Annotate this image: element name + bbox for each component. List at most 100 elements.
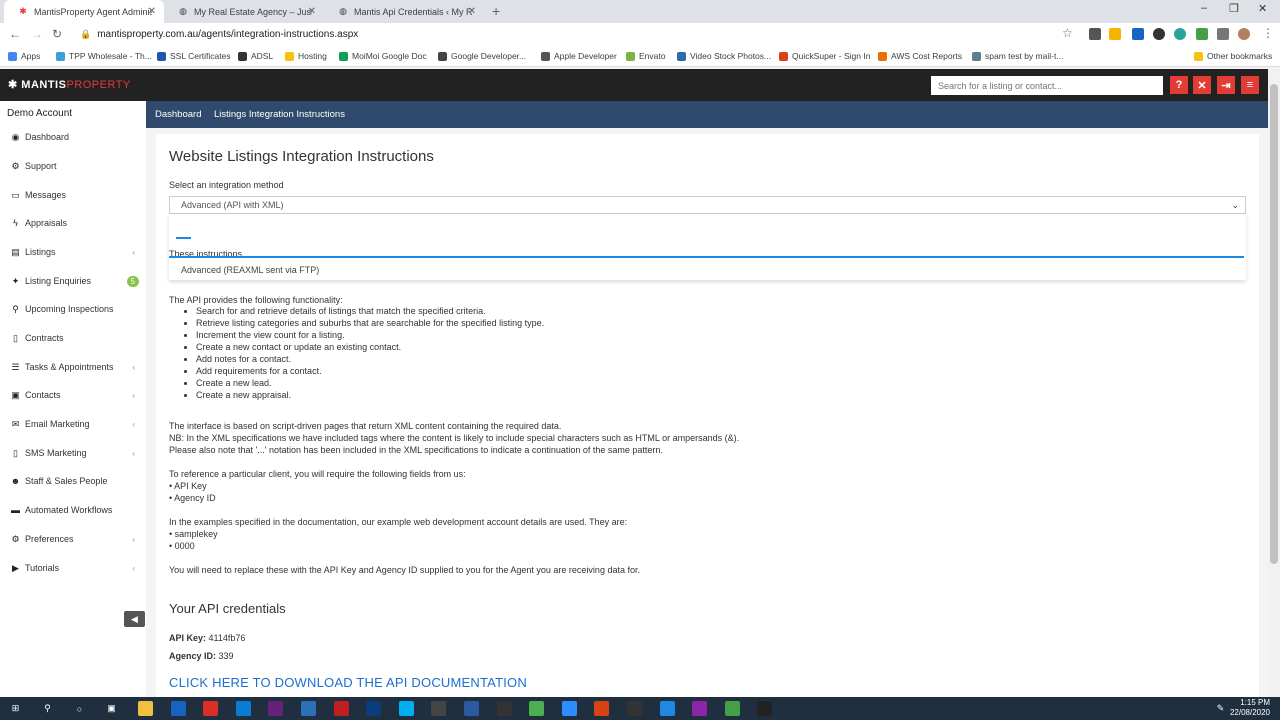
sidebar-item-contacts[interactable]: ▣ Contacts ‹ xyxy=(0,386,146,404)
sidebar-item-tutorials[interactable]: ▶ Tutorials ‹ xyxy=(0,559,146,577)
search-input[interactable] xyxy=(931,76,1163,95)
file-explorer-icon[interactable] xyxy=(138,701,153,716)
other-bookmarks[interactable]: Other bookmarks xyxy=(1194,51,1272,61)
reload-icon[interactable]: ↻ xyxy=(52,27,62,41)
bookmark-item[interactable]: AWS Cost Reports xyxy=(878,51,962,61)
logout-button[interactable]: ⇥ xyxy=(1217,76,1235,94)
browser-tab[interactable]: ◍ Mantis Api Credentials ‹ My Real ✕ xyxy=(324,0,484,23)
list-item: Create a new appraisal. xyxy=(196,389,544,401)
sidebar-item-email-marketing[interactable]: ✉ Email Marketing ‹ xyxy=(0,415,146,433)
skype-icon[interactable] xyxy=(398,701,414,716)
app4-icon[interactable] xyxy=(594,701,610,716)
bookmark-item[interactable]: ADSL xyxy=(238,51,273,61)
help-button[interactable]: ? xyxy=(1170,76,1188,94)
profile-avatar[interactable] xyxy=(1238,28,1250,40)
maximize-icon[interactable]: ❐ xyxy=(1229,2,1239,15)
app-icon[interactable] xyxy=(301,701,316,716)
close-window-icon[interactable]: ✕ xyxy=(1258,2,1267,15)
bookmark-item[interactable]: SSL Certificates xyxy=(157,51,231,61)
bookmark-item[interactable]: MoiMoi Google Doc xyxy=(339,51,427,61)
browser-tab[interactable]: ◍ My Real Estate Agency – Just ano ✕ xyxy=(164,0,324,23)
visual-studio-icon[interactable] xyxy=(268,701,284,716)
breadcrumb-dashboard[interactable]: Dashboard xyxy=(155,109,201,120)
zoom-icon[interactable] xyxy=(561,701,577,716)
bookmark-item[interactable]: Apple Developer xyxy=(541,51,617,61)
account-name: Demo Account xyxy=(7,108,73,119)
sidebar-item-staff-sales-people[interactable]: ☻ Staff & Sales People xyxy=(0,472,146,490)
star-icon[interactable]: ☆ xyxy=(1062,26,1073,40)
windows-start-icon[interactable]: ⊞ xyxy=(8,701,23,716)
search-icon[interactable]: ⚲ xyxy=(40,701,55,716)
sidebar-item-sms-marketing[interactable]: ▯ SMS Marketing ‹ xyxy=(0,444,146,462)
close-tab-icon[interactable]: ✕ xyxy=(468,6,476,17)
sidebar-item-upcoming-inspections[interactable]: ⚲ Upcoming Inspections xyxy=(0,300,146,318)
more-menu-icon[interactable]: ⋮ xyxy=(1262,26,1274,40)
app5-icon[interactable] xyxy=(627,701,642,716)
bookmark-item[interactable]: TPP Wholesale - Th... xyxy=(56,51,152,61)
sidebar-item-listing-enquiries[interactable]: ✦ Listing Enquiries 5 xyxy=(0,272,146,290)
windows-taskbar: ⊞ ⚲ ○ ▣ ✎ 1:15 PM 22/08/2020 xyxy=(0,697,1280,720)
app2-icon[interactable] xyxy=(464,701,479,716)
bookmarks-bar: Apps TPP Wholesale - Th... SSL Certifica… xyxy=(0,46,1280,67)
calculator-icon[interactable] xyxy=(431,701,447,716)
forward-icon[interactable]: → xyxy=(31,27,43,41)
bookmark-item[interactable]: Hosting xyxy=(285,51,327,61)
menu-button[interactable]: ≡ xyxy=(1241,76,1259,94)
sidebar-item-listings[interactable]: ▤ Listings ‹ xyxy=(0,243,146,261)
app3-icon[interactable] xyxy=(529,701,545,716)
extension-icon[interactable] xyxy=(1109,28,1121,40)
close-tab-icon[interactable]: ✕ xyxy=(148,6,156,17)
task-view-icon[interactable]: ▣ xyxy=(104,701,119,716)
outlook-icon[interactable] xyxy=(170,701,186,716)
chrome-icon[interactable] xyxy=(203,701,219,716)
app9-icon[interactable] xyxy=(757,701,773,716)
new-tab-button[interactable]: + xyxy=(492,3,500,19)
app6-icon[interactable] xyxy=(659,701,675,716)
sms-icon: ▯ xyxy=(13,447,18,458)
photoshop-icon[interactable] xyxy=(366,701,382,716)
dropdown-option[interactable]: Advanced (REAXML sent via FTP) xyxy=(181,265,319,275)
bookmark-item[interactable]: spam test by mail-t... xyxy=(972,51,1063,61)
browser-tab-active[interactable]: ✱ MantisProperty Agent Administra ✕ xyxy=(4,0,164,23)
extension-icon[interactable] xyxy=(1153,28,1165,40)
extensions-puzzle-icon[interactable] xyxy=(1217,28,1229,40)
extension-icon[interactable] xyxy=(1132,28,1144,40)
sidebar-item-support[interactable]: ⚙ Support xyxy=(0,157,146,175)
bookmark-item[interactable]: QuickSuper - Sign In xyxy=(779,51,870,61)
collapse-sidebar-button[interactable]: ◀ xyxy=(124,611,145,627)
scrollbar-thumb[interactable] xyxy=(1270,84,1278,564)
extension-icon[interactable] xyxy=(1089,28,1101,40)
filezilla-icon[interactable] xyxy=(333,701,349,716)
terminal-icon[interactable] xyxy=(496,701,512,716)
sidebar-item-appraisals[interactable]: ϟ Appraisals xyxy=(0,214,146,232)
sidebar-item-automated-workflows[interactable]: ▬ Automated Workflows xyxy=(0,501,146,519)
bookmark-item[interactable]: Video Stock Photos... xyxy=(677,51,771,61)
app7-icon[interactable] xyxy=(692,701,708,716)
sidebar-item-tasks-appointments[interactable]: ☰ Tasks & Appointments ‹ xyxy=(0,358,146,376)
bookmark-item[interactable]: Envato xyxy=(626,51,665,61)
sidebar-item-dashboard[interactable]: ◉ Dashboard xyxy=(0,128,146,146)
bookmark-item[interactable]: Apps xyxy=(8,51,40,61)
bookmark-item[interactable]: Google Developer... xyxy=(438,51,526,61)
agency-id-value: 339 xyxy=(218,651,234,661)
extension-icon[interactable] xyxy=(1196,28,1208,40)
minimize-icon[interactable]: – xyxy=(1201,2,1207,14)
integration-method-select[interactable]: Advanced (API with XML) ⌄ xyxy=(169,196,1246,214)
address-bar[interactable]: 🔒 mantisproperty.com.au/agents/integrati… xyxy=(72,25,1082,44)
fullscreen-button[interactable]: ✕ xyxy=(1193,76,1211,94)
chevron-left-icon: ‹ xyxy=(132,563,135,573)
sidebar-item-messages[interactable]: ▭ Messages xyxy=(0,186,146,204)
bookmark-icon xyxy=(157,51,166,61)
app8-icon[interactable] xyxy=(724,701,740,716)
mantis-logo[interactable]: ✱ MANTISPROPERTY xyxy=(8,78,131,91)
download-documentation-link[interactable]: CLICK HERE TO DOWNLOAD THE API DOCUMENTA… xyxy=(169,675,527,690)
back-icon[interactable]: ← xyxy=(9,27,21,41)
extension-icon[interactable] xyxy=(1174,28,1186,40)
pen-icon[interactable]: ✎ xyxy=(1213,701,1228,716)
edge-icon[interactable] xyxy=(235,701,251,716)
cortana-icon[interactable]: ○ xyxy=(72,701,87,716)
sidebar-item-preferences[interactable]: ⚙ Preferences ‹ xyxy=(0,530,146,548)
close-tab-icon[interactable]: ✕ xyxy=(308,6,316,17)
sidebar-item-contracts[interactable]: ▯ Contracts xyxy=(0,329,146,347)
system-clock[interactable]: 1:15 PM 22/08/2020 xyxy=(1230,698,1270,718)
